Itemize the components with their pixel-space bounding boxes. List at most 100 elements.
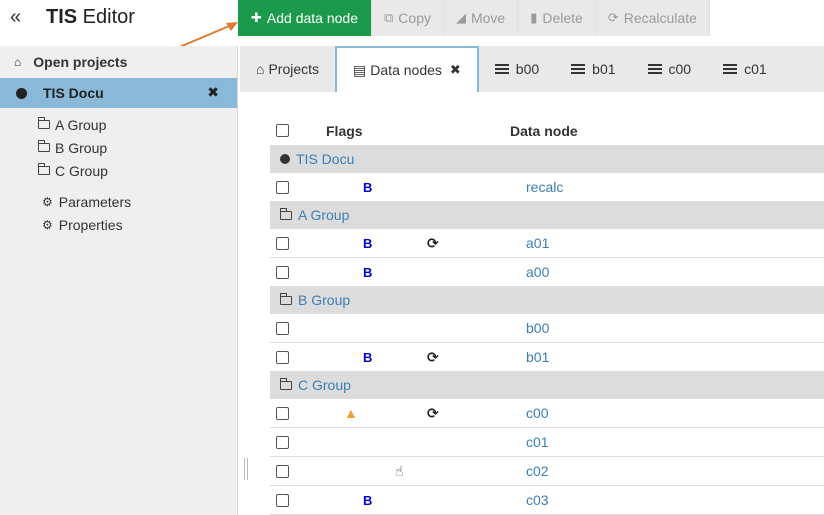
group-label: A Group (55, 116, 107, 133)
table-row[interactable]: b00 (270, 314, 824, 343)
app-title-rest: Editor (77, 6, 135, 28)
tab-bar: ⌂ Projects ▤ Data nodes ✖ b00 b01 c00 c01 (240, 46, 824, 92)
col-header-data-node: Data node (510, 122, 578, 139)
row-checkbox[interactable] (276, 406, 289, 420)
group-row-label[interactable]: TIS Docu (280, 151, 354, 167)
flag-b: B (363, 264, 373, 280)
group-row-label[interactable]: A Group (280, 207, 349, 223)
close-tab-icon[interactable]: ✖ (450, 62, 461, 78)
project-item-tis-docu[interactable]: TIS Docu ✖ (0, 78, 237, 108)
app-header: « TIS Editor ✚ Add data node ⧉ Copy ◢ Mo… (0, 0, 824, 38)
tab-label: Projects (268, 61, 320, 77)
app-title-bold: TIS (46, 6, 78, 28)
folder-icon (280, 292, 292, 305)
group-label: C Group (55, 162, 108, 179)
copy-label: Copy (398, 10, 431, 26)
properties-label: Properties (58, 216, 123, 233)
recalculate-label: Recalculate (623, 10, 697, 26)
open-projects-label: Open projects (33, 54, 128, 70)
sidebar-item-properties[interactable]: ⚙ Properties (42, 213, 237, 236)
table-row[interactable]: Ba00 (270, 258, 824, 287)
data-node-link[interactable]: c02 (526, 463, 549, 479)
row-checkbox[interactable] (276, 435, 289, 449)
data-node-link[interactable]: recalc (526, 179, 563, 195)
table-row[interactable]: c01 (270, 428, 824, 457)
folder-icon (38, 140, 50, 152)
sidebar-item-a-group[interactable]: A Group (38, 113, 237, 136)
tab-b00[interactable]: b00 (479, 46, 555, 92)
data-node-link[interactable]: c01 (526, 434, 549, 450)
table-row[interactable]: Bc03 (270, 486, 824, 515)
add-data-node-button[interactable]: ✚ Add data node (238, 0, 372, 36)
tab-label: b00 (515, 61, 540, 77)
flag-b: B (363, 179, 373, 195)
select-all-checkbox[interactable] (276, 124, 289, 137)
sidebar-item-b-group[interactable]: B Group (38, 136, 237, 159)
group-row-label[interactable]: B Group (280, 292, 350, 308)
folder-icon (38, 117, 50, 129)
data-node-link[interactable]: a00 (526, 264, 549, 280)
tab-label: c00 (668, 61, 692, 77)
collapse-sidebar-button[interactable]: « (10, 6, 21, 29)
toolbar: ✚ Add data node ⧉ Copy ◢ Move ▮ Delete ⟳… (238, 0, 710, 36)
tab-c00[interactable]: c00 (632, 46, 708, 92)
data-node-link[interactable]: a01 (526, 235, 549, 251)
close-icon[interactable]: ✖ (207, 84, 219, 101)
recalculate-button[interactable]: ⟳ Recalculate (595, 0, 710, 36)
table-row[interactable]: ▲ ⟳ c00 (270, 399, 824, 428)
settings-list: ⚙ Parameters ⚙ Properties (0, 182, 237, 236)
flag-b: B (363, 235, 373, 251)
group-row[interactable]: C Group (270, 372, 824, 399)
group-row-label[interactable]: C Group (280, 377, 351, 393)
data-node-link[interactable]: b01 (526, 349, 549, 365)
data-node-link[interactable]: c00 (526, 405, 549, 421)
resize-handle[interactable] (244, 458, 248, 480)
sidebar-item-parameters[interactable]: ⚙ Parameters (42, 190, 237, 213)
row-checkbox[interactable] (276, 236, 289, 250)
refresh-icon: ⟳ (427, 234, 439, 251)
document-icon: ▤ (353, 61, 367, 78)
add-data-node-label: Add data node (266, 10, 358, 26)
home-icon: ⌂ (14, 55, 22, 69)
table-row[interactable]: ☝ c02 (270, 457, 824, 486)
refresh-icon: ⟳ (607, 10, 619, 25)
group-label: B Group (55, 139, 108, 156)
tab-projects[interactable]: ⌂ Projects (240, 46, 335, 92)
row-checkbox[interactable] (276, 180, 289, 194)
row-checkbox[interactable] (276, 350, 289, 364)
group-row[interactable]: B Group (270, 287, 824, 314)
group-name: TIS Docu (296, 151, 355, 167)
move-button[interactable]: ◢ Move (443, 0, 519, 36)
flag-b: B (363, 492, 373, 508)
circle-icon (16, 87, 27, 99)
sidebar-item-c-group[interactable]: C Group (38, 159, 237, 182)
tab-data-nodes[interactable]: ▤ Data nodes ✖ (335, 46, 479, 92)
group-row[interactable]: A Group (270, 202, 824, 229)
table-row[interactable]: B ⟳ b01 (270, 343, 824, 372)
warning-icon: ▲ (344, 405, 358, 421)
copy-button[interactable]: ⧉ Copy (372, 0, 444, 36)
list-icon (571, 64, 586, 74)
tab-b01[interactable]: b01 (555, 46, 631, 92)
refresh-icon: ⟳ (427, 348, 439, 365)
row-checkbox[interactable] (276, 321, 289, 335)
row-checkbox[interactable] (276, 265, 289, 279)
open-projects-item[interactable]: ⌂ Open projects (0, 46, 237, 78)
table-row[interactable]: Brecalc (270, 173, 824, 202)
delete-button[interactable]: ▮ Delete (518, 0, 596, 36)
data-node-table: Flags Data node TIS Docu Brecalc A Group B ⟳… (270, 116, 824, 515)
gears-icon: ⚙ (42, 217, 53, 232)
group-list: A Group B Group C Group (0, 108, 237, 182)
group-row[interactable]: TIS Docu (270, 146, 824, 173)
tab-c01[interactable]: c01 (707, 46, 783, 92)
folder-icon (280, 377, 292, 390)
data-node-link[interactable]: c03 (526, 492, 549, 508)
tab-label: Data nodes (370, 62, 442, 78)
row-checkbox[interactable] (276, 493, 289, 507)
table-row[interactable]: B ⟳ a01 (270, 229, 824, 258)
data-node-link[interactable]: b00 (526, 320, 549, 336)
list-icon (723, 64, 738, 74)
group-name: A Group (298, 207, 350, 223)
row-checkbox[interactable] (276, 464, 289, 478)
group-name: C Group (298, 377, 351, 393)
